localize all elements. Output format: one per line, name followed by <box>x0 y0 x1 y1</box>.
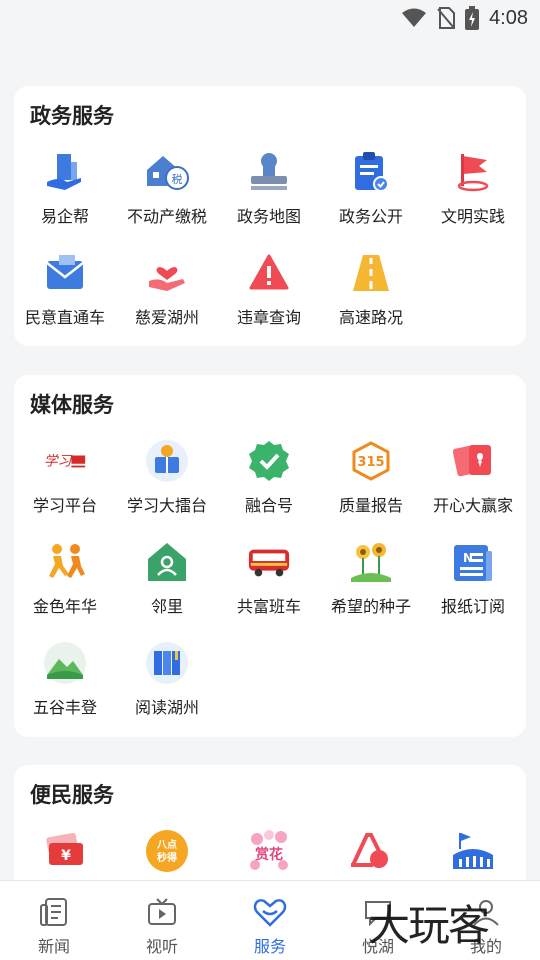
service-ronghe-account[interactable]: 融合号 <box>218 431 320 532</box>
yuan-ticket-icon: ¥ <box>43 829 87 873</box>
svg-text:学习: 学习 <box>44 454 73 470</box>
clipboard-icon <box>349 150 393 194</box>
study-logo-icon: 学习 <box>43 439 87 483</box>
warning-icon <box>247 251 291 295</box>
service-seed-of-hope[interactable]: 希望的种子 <box>320 532 422 633</box>
svg-text:赏花: 赏花 <box>255 846 283 863</box>
battery-charging-icon <box>465 6 480 30</box>
service-yiqibang[interactable]: 易企帮 <box>14 142 116 243</box>
bus-icon <box>247 540 291 584</box>
service-public-opinion[interactable]: 民意直通车 <box>14 243 116 344</box>
service-golden-years[interactable]: 金色年华 <box>14 532 116 633</box>
315-icon: 315 <box>349 439 393 483</box>
service-gov-open[interactable]: 政务公开 <box>320 142 422 243</box>
tab-services[interactable]: 服务 <box>216 881 324 960</box>
runners-icon <box>43 540 87 584</box>
tab-news[interactable]: 新闻 <box>0 881 108 960</box>
check-badge-icon <box>247 439 291 483</box>
watermark: 大玩客 <box>368 901 490 950</box>
tv-icon <box>145 895 179 929</box>
heart-hand-icon <box>145 251 189 295</box>
service-study-platform[interactable]: 学习 学习平台 <box>14 431 116 532</box>
service-property-tax[interactable]: 税 不动产缴税 <box>116 142 218 243</box>
svg-text:税: 税 <box>172 172 183 186</box>
section-title: 政务服务 <box>30 104 114 128</box>
newspaper-icon: N <box>451 540 495 584</box>
enterprise-icon <box>43 150 87 194</box>
service-neighborhood[interactable]: 邻里 <box>116 532 218 633</box>
service-newspaper[interactable]: N 报纸订阅 <box>422 532 524 633</box>
clock: 4:08 <box>489 6 528 29</box>
status-bar: 4:08 <box>0 0 540 36</box>
vacuum-icon <box>349 829 393 873</box>
sunflower-icon <box>349 540 393 584</box>
cards-icon <box>451 439 495 483</box>
service-highway[interactable]: 高速路况 <box>320 243 422 344</box>
svg-text:秒得: 秒得 <box>157 851 177 864</box>
service-study-arena[interactable]: 学习大擂台 <box>116 431 218 532</box>
service-read-huzhou[interactable]: 阅读湖州 <box>116 633 218 734</box>
no-sim-icon <box>437 7 456 29</box>
media-services-card: 媒体服务 学习 学习平台 学习大擂台 融合号 315 质量报告 开心大赢家 金色… <box>14 375 526 737</box>
service-harvest[interactable]: 五谷丰登 <box>14 633 116 734</box>
house-tax-icon: 税 <box>145 150 189 194</box>
mountain-icon <box>43 641 87 685</box>
service-quality-report[interactable]: 315 质量报告 <box>320 431 422 532</box>
service-violation-query[interactable]: 违章查询 <box>218 243 320 344</box>
service-heart-icon <box>253 895 287 929</box>
section-title: 便民服务 <box>30 783 114 807</box>
svg-text:N: N <box>463 551 473 565</box>
gov-services-card: 政务服务 易企帮 税 不动产缴税 政务地图 政务公开 文明实践 民意直通车 慈爱… <box>14 86 526 346</box>
tab-audio-video[interactable]: 视听 <box>108 881 216 960</box>
service-charity[interactable]: 慈爱湖州 <box>116 243 218 344</box>
wifi-icon <box>402 8 427 27</box>
stadium-flag-icon <box>451 829 495 873</box>
svg-text:315: 315 <box>357 455 384 470</box>
mail-icon <box>43 251 87 295</box>
service-gov-map[interactable]: 政务地图 <box>218 142 320 243</box>
svg-text:¥: ¥ <box>61 848 71 864</box>
book-icon <box>145 641 189 685</box>
flower-icon: 赏花 <box>247 829 291 873</box>
service-common-prosperity-bus[interactable]: 共富班车 <box>218 532 320 633</box>
stamp-map-icon <box>247 150 291 194</box>
flag-icon <box>451 150 495 194</box>
highway-icon <box>349 251 393 295</box>
service-civilization[interactable]: 文明实践 <box>422 142 524 243</box>
neighbor-house-icon <box>145 540 189 584</box>
service-happy-winner[interactable]: 开心大赢家 <box>422 431 524 532</box>
section-title: 媒体服务 <box>30 393 114 417</box>
svg-text:八点: 八点 <box>156 838 177 851</box>
news-icon <box>37 895 71 929</box>
flash-sale-icon: 八点 秒得 <box>145 829 189 873</box>
reader-icon <box>145 439 189 483</box>
